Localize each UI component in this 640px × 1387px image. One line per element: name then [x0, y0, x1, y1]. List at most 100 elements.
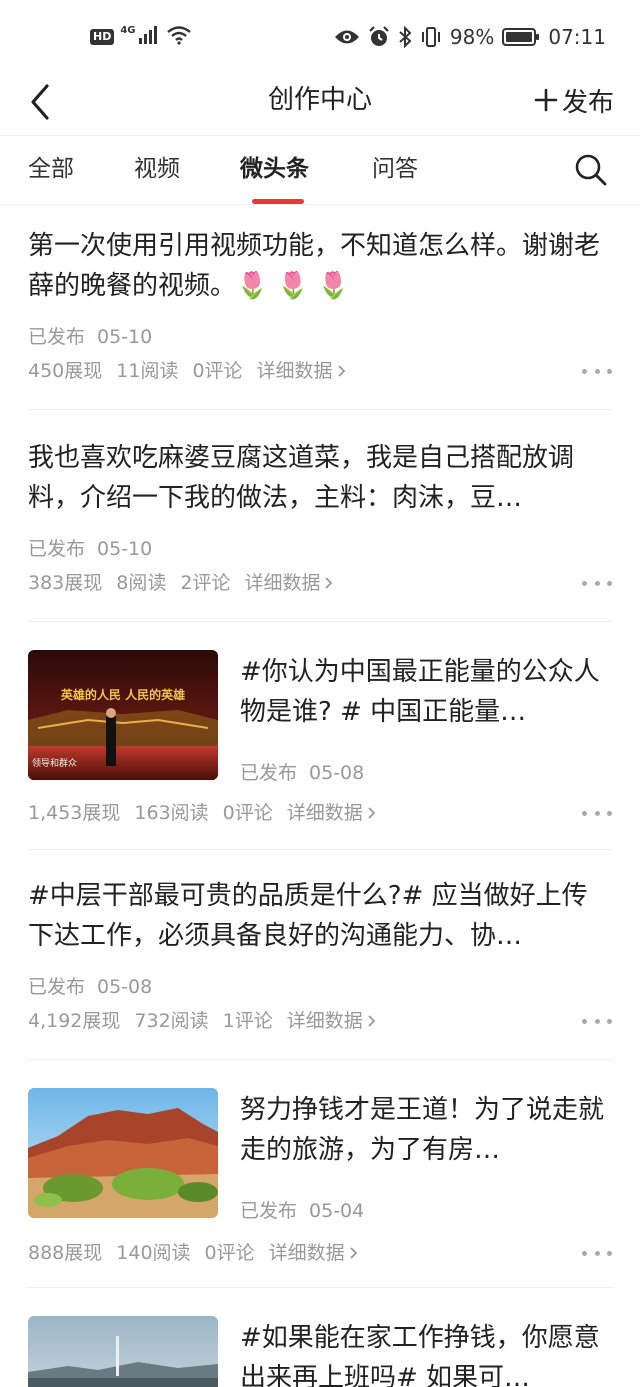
list-item[interactable]: 我也喜欢吃麻婆豆腐这道菜，我是自己搭配放调料，介绍一下我的做法，主料：肉沫，豆…… [28, 438, 612, 622]
more-options-button[interactable] [582, 806, 612, 820]
comments: 0评论 [192, 360, 243, 382]
post-thumbnail: 英雄的人民 人民的英雄 领导和群众 [28, 650, 218, 780]
reads: 140阅读 [116, 1242, 191, 1264]
tab-micro-headline[interactable]: 微头条 [240, 153, 309, 185]
list-item[interactable]: 第一次使用引用视频功能，不知道怎么样。谢谢老薛的晚餐的视频。🌷 🌷 🌷 已发布 … [28, 226, 612, 410]
more-options-button[interactable] [582, 1014, 612, 1028]
post-body: #你认为中国最正能量的公众人物是谁? # 中国正能量… 已发布 05-08 [240, 652, 612, 786]
status-bar: HD 4G 98% 07:11 [0, 0, 640, 72]
tab-qa[interactable]: 问答 [372, 153, 418, 185]
network-type: 4G [120, 24, 136, 36]
alarm-icon [368, 26, 390, 48]
post-date: 05-10 [97, 538, 153, 560]
post-body: #如果能在家工作挣钱，你愿意出来再上班吗# 如果可… [240, 1318, 612, 1387]
list-item[interactable]: #中层干部最可贵的品质是什么?# 应当做好上传下达工作，必须具备良好的沟通能力、… [28, 876, 612, 1060]
vibrate-icon [420, 26, 442, 48]
post-stats: 383展现 8阅读 2评论 详细数据 [28, 570, 333, 596]
divider [28, 1287, 612, 1288]
post-thumbnail [28, 1316, 218, 1387]
signal-icon [138, 25, 160, 49]
clock-time: 07:11 [548, 25, 606, 49]
plus-icon [534, 88, 558, 112]
post-stats: 4,192展现 732阅读 1评论 详细数据 [28, 1008, 376, 1034]
detail-data-link[interactable]: 详细数据 [269, 1240, 358, 1266]
post-stats: 450展现 11阅读 0评论 详细数据 [28, 358, 346, 384]
publish-label: 发布 [561, 87, 614, 118]
back-button[interactable] [18, 80, 62, 124]
post-meta: 已发布 05-04 [240, 1198, 612, 1224]
reads: 732阅读 [134, 1010, 209, 1032]
post-meta: 已发布 05-08 [240, 760, 612, 786]
battery-percent: 98% [449, 25, 495, 49]
post-status: 已发布 [240, 762, 298, 784]
divider [28, 409, 612, 410]
thumbnail-title: 英雄的人民 人民的英雄 [60, 688, 186, 702]
eye-icon [334, 28, 360, 46]
list-item[interactable]: 英雄的人民 人民的英雄 领导和群众 #你认为中国最正能量的公众人物是谁? # 中… [28, 650, 612, 850]
post-text: #中层干部最可贵的品质是什么?# 应当做好上传下达工作，必须具备良好的沟通能力、… [28, 881, 588, 951]
detail-label: 详细数据 [286, 802, 363, 824]
hd-badge: HD [90, 29, 115, 45]
tab-all[interactable]: 全部 [28, 153, 74, 185]
search-button[interactable] [574, 153, 608, 187]
post-meta: 已发布 05-10 [28, 324, 152, 350]
divider [28, 1059, 612, 1060]
status-left: HD 4G [90, 24, 192, 50]
post-stats: 1,453展现 163阅读 0评论 详细数据 [28, 800, 376, 826]
detail-label: 详细数据 [268, 1242, 345, 1264]
post-date: 05-10 [97, 326, 153, 348]
post-status: 已发布 [28, 976, 86, 998]
chevron-right-icon [325, 577, 333, 589]
post-stats: 888展现 140阅读 0评论 详细数据 [28, 1240, 358, 1266]
post-status: 已发布 [28, 326, 86, 348]
post-date: 05-08 [309, 762, 365, 784]
divider [28, 621, 612, 622]
reads: 11阅读 [116, 360, 179, 382]
detail-data-link[interactable]: 详细数据 [244, 570, 333, 596]
status-right: 98% 07:11 [334, 22, 606, 52]
more-options-button[interactable] [582, 1246, 612, 1260]
comments: 2评论 [180, 572, 231, 594]
comments: 0评论 [204, 1242, 255, 1264]
comments: 1评论 [222, 1010, 273, 1032]
post-status: 已发布 [240, 1200, 298, 1222]
comments: 0评论 [222, 802, 273, 824]
impressions: 888展现 [28, 1242, 103, 1264]
post-meta: 已发布 05-10 [28, 536, 152, 562]
post-thumbnail [28, 1088, 218, 1218]
impressions: 383展现 [28, 572, 103, 594]
divider [28, 849, 612, 850]
reads: 8阅读 [116, 572, 167, 594]
more-options-button[interactable] [582, 364, 612, 378]
battery-icon [502, 27, 540, 47]
chevron-right-icon [350, 1247, 357, 1259]
tab-bar: 全部 视频 微头条 问答 [0, 137, 640, 205]
reads: 163阅读 [134, 802, 209, 824]
post-text: 努力挣钱才是王道！为了说走就走的旅游，为了有房… [240, 1095, 605, 1165]
active-tab-indicator [252, 199, 304, 204]
publish-button[interactable]: 发布 [534, 80, 614, 120]
detail-data-link[interactable]: 详细数据 [287, 800, 376, 826]
search-icon [575, 154, 607, 186]
post-text: 第一次使用引用视频功能，不知道怎么样。谢谢老薛的晚餐的视频。🌷 🌷 🌷 [28, 231, 601, 301]
tab-video[interactable]: 视频 [134, 153, 180, 185]
post-date: 05-04 [309, 1200, 365, 1222]
impressions: 4,192展现 [28, 1010, 121, 1032]
nav-bar: 创作中心 发布 [0, 72, 640, 136]
post-date: 05-08 [97, 976, 153, 998]
detail-label: 详细数据 [244, 572, 321, 594]
list-item[interactable]: #如果能在家工作挣钱，你愿意出来再上班吗# 如果可… [28, 1316, 612, 1387]
wifi-icon [166, 25, 192, 49]
impressions: 1,453展现 [28, 802, 121, 824]
more-options-button[interactable] [582, 576, 612, 590]
detail-data-link[interactable]: 详细数据 [257, 358, 346, 384]
detail-label: 详细数据 [286, 1010, 363, 1032]
detail-data-link[interactable]: 详细数据 [287, 1008, 376, 1034]
post-text: 我也喜欢吃麻婆豆腐这道菜，我是自己搭配放调料，介绍一下我的做法，主料：肉沫，豆… [28, 443, 575, 513]
list-item[interactable]: 努力挣钱才是王道！为了说走就走的旅游，为了有房… 已发布 05-04 888展现… [28, 1088, 612, 1288]
post-text: #你认为中国最正能量的公众人物是谁? # 中国正能量… [240, 657, 600, 727]
post-text: #如果能在家工作挣钱，你愿意出来再上班吗# 如果可… [240, 1323, 600, 1387]
chevron-right-icon [368, 807, 376, 819]
impressions: 450展现 [28, 360, 103, 382]
thumbnail-caption: 领导和群众 [32, 759, 78, 769]
